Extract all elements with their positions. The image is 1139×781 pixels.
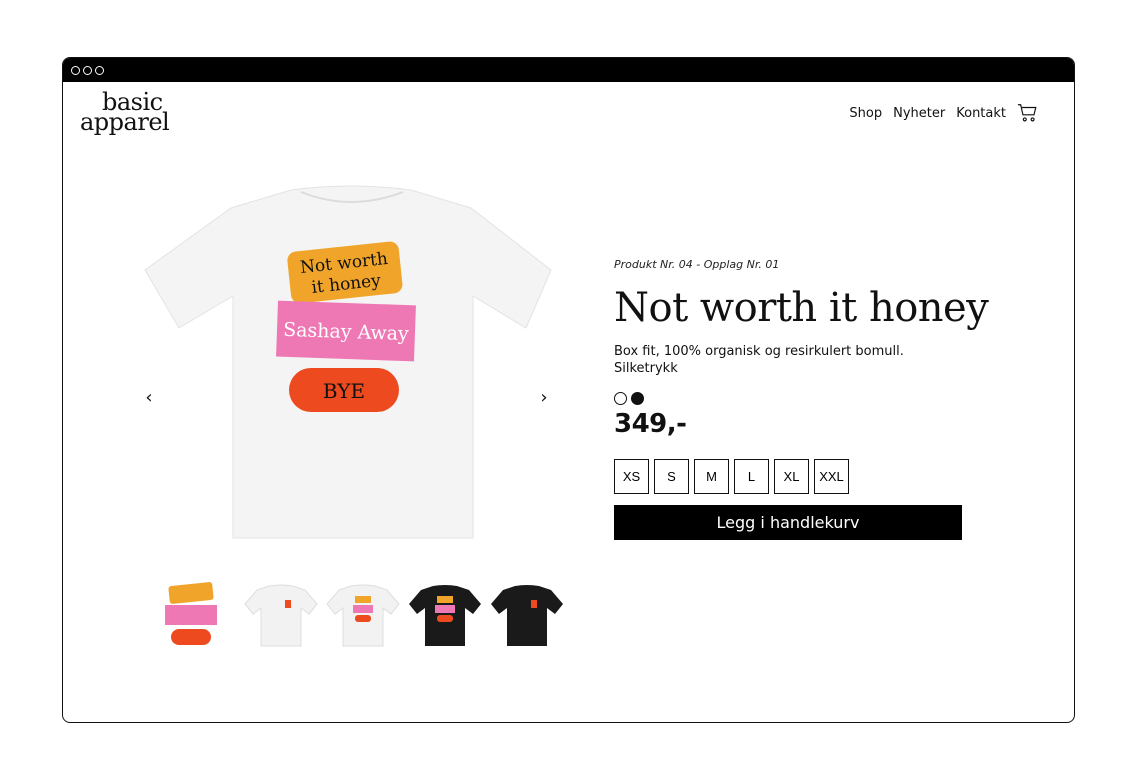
product-description: Box fit, 100% organisk og resirkulert bo… — [614, 343, 974, 377]
size-option-s[interactable]: S — [654, 459, 689, 494]
color-selector — [614, 392, 974, 405]
window-minimize-dot[interactable] — [83, 65, 92, 75]
thumbnail-white-front[interactable] — [243, 580, 319, 650]
color-swatch-white[interactable] — [614, 392, 627, 405]
thumbnail-black-front[interactable] — [489, 580, 565, 650]
product-description-line2: Silketrykk — [614, 361, 678, 376]
gallery-next-arrow[interactable]: › — [536, 388, 552, 408]
size-selector: XS S M L XL XXL — [614, 459, 974, 494]
window-titlebar — [63, 58, 1074, 82]
thumbnail-strip — [161, 580, 565, 650]
size-option-xl[interactable]: XL — [774, 459, 809, 494]
cart-icon[interactable] — [1017, 102, 1039, 124]
thumbnail-print-artwork[interactable] — [161, 580, 237, 650]
thumbnail-white-back[interactable] — [325, 580, 401, 650]
nav-news-link[interactable]: Nyheter — [893, 106, 945, 121]
print-sticker2-text: Sashay Away — [283, 319, 410, 345]
product-description-line1: Box fit, 100% organisk og resirkulert bo… — [614, 344, 904, 359]
add-to-cart-button[interactable]: Legg i handlekurv — [614, 505, 962, 540]
thumbnail-black-back[interactable] — [407, 580, 483, 650]
product-main-image: Not worth it honey Sashay Away BYE — [144, 185, 552, 539]
print-sticker3-text: BYE — [323, 379, 365, 403]
size-option-l[interactable]: L — [734, 459, 769, 494]
size-option-xxl[interactable]: XXL — [814, 459, 849, 494]
gallery-prev-arrow[interactable]: ‹ — [141, 388, 157, 408]
main-nav: Shop Nyheter Kontakt — [849, 102, 1039, 124]
browser-window: basic apparel Shop Nyheter Kontakt Not w… — [62, 57, 1075, 723]
product-title: Not worth it honey — [614, 285, 989, 331]
nav-shop-link[interactable]: Shop — [849, 106, 882, 121]
brand-logo-line2: apparel — [80, 108, 170, 136]
brand-logo[interactable]: basic apparel — [80, 90, 170, 136]
product-info: Produkt Nr. 04 - Opplag Nr. 01 Not worth… — [614, 258, 989, 540]
product-meta: Produkt Nr. 04 - Opplag Nr. 01 — [614, 258, 780, 271]
window-close-dot[interactable] — [71, 65, 80, 75]
product-price: 349,- — [614, 409, 687, 439]
size-option-m[interactable]: M — [694, 459, 729, 494]
window-maximize-dot[interactable] — [95, 65, 104, 75]
nav-contact-link[interactable]: Kontakt — [956, 106, 1006, 121]
product-gallery: Not worth it honey Sashay Away BYE ‹ › — [141, 178, 561, 548]
color-swatch-black[interactable] — [631, 392, 644, 405]
size-option-xs[interactable]: XS — [614, 459, 649, 494]
